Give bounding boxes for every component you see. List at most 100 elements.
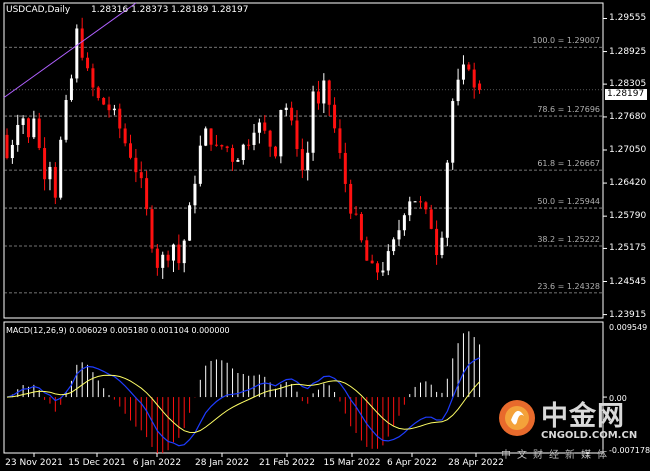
candle-body <box>268 130 272 147</box>
watermark-url: CNGOLD.COM.CN <box>541 430 638 441</box>
price-tick-label: 1.26420 <box>609 178 647 189</box>
macd-tick-max: 0.009549 <box>609 323 648 332</box>
candle-body <box>402 215 406 231</box>
price-tick-label: 1.27680 <box>609 111 647 122</box>
candle-body <box>123 128 127 144</box>
candle-body <box>343 152 347 184</box>
price-tick-label: 1.23915 <box>609 309 647 320</box>
candle-body <box>171 244 175 261</box>
candle-body <box>150 209 154 249</box>
cngold-watermark: 中金网 CNGOLD.COM.CN 中文财经新媒体 <box>497 392 647 462</box>
candle-body <box>80 28 84 58</box>
candle-body <box>397 230 401 240</box>
candle-body <box>247 144 251 146</box>
candle-body <box>75 28 79 79</box>
candle-body <box>461 64 465 80</box>
candle-body <box>10 144 14 159</box>
cngold-logo-icon <box>499 400 535 436</box>
time-tick-label: 6 Apr 2022 <box>387 458 437 468</box>
candle-body <box>43 148 47 180</box>
candle-body <box>182 240 186 264</box>
candle-body <box>26 118 30 138</box>
candle-body <box>295 120 299 150</box>
candle-body <box>263 122 267 131</box>
price-tick-label: 1.29555 <box>609 13 647 24</box>
time-tick-label: 15 Dec 2021 <box>68 458 126 468</box>
candle-body <box>145 178 149 210</box>
candle-body <box>69 78 73 100</box>
candle-body <box>188 205 192 241</box>
candle-body <box>96 87 100 98</box>
candle-body <box>440 237 444 256</box>
candle-body <box>214 144 218 146</box>
candle-body <box>220 145 224 147</box>
candle-body <box>451 101 455 163</box>
candle-body <box>107 104 111 111</box>
candle-body <box>21 118 25 125</box>
symbol-timeframe-label: USDCAD,Daily <box>6 5 71 15</box>
candle-body <box>279 109 283 157</box>
fib-level-label: 50.0 = 1.25944 <box>537 197 600 207</box>
fib-level-label: 78.6 = 1.27696 <box>537 105 600 115</box>
candle-body <box>376 263 380 273</box>
macd-label: MACD(12,26,9) 0.006029 0.005180 0.001104… <box>6 326 230 335</box>
time-tick-label: 28 Apr 2022 <box>448 458 504 468</box>
candle-body <box>311 91 315 153</box>
candle-body <box>300 149 304 171</box>
candle-body <box>349 183 353 214</box>
ohlc-readout: 1.28316 1.28373 1.28189 1.28197 <box>91 5 249 15</box>
candle-body <box>413 201 417 203</box>
price-tick-label: 1.28925 <box>609 46 647 57</box>
candle-body <box>86 57 90 69</box>
candle-body <box>231 148 235 162</box>
candle-body <box>59 139 63 198</box>
candle-body <box>193 183 197 206</box>
price-tick-label: 1.28305 <box>609 79 647 90</box>
time-tick-label: 15 Mar 2022 <box>323 458 381 468</box>
time-tick-label: 28 Jan 2022 <box>195 458 249 468</box>
candle-body <box>102 97 106 105</box>
candle-body <box>91 68 95 88</box>
fib-level-label: 23.6 = 1.24328 <box>537 281 600 291</box>
fib-level-label: 100.0 = 1.29007 <box>532 36 600 46</box>
time-tick-label: 21 Feb 2022 <box>258 458 316 468</box>
candle-body <box>274 146 277 157</box>
candle-body <box>370 260 374 264</box>
candle-body <box>161 254 165 268</box>
candle-body <box>241 144 245 161</box>
candle-body <box>429 209 433 229</box>
price-tick-label: 1.25790 <box>609 211 647 222</box>
candle-body <box>209 128 213 145</box>
candle-body <box>435 228 439 256</box>
candle-body <box>155 248 159 268</box>
candle-body <box>354 213 358 215</box>
candle-body <box>48 166 52 180</box>
candle-body <box>333 104 337 129</box>
candle-body <box>53 166 57 198</box>
candle-body <box>134 157 138 173</box>
price-tick-label: 1.25175 <box>609 243 647 254</box>
candle-body <box>424 202 428 210</box>
candle-body <box>290 107 294 121</box>
watermark-tagline: 中文财经新媒体 <box>501 450 613 461</box>
candle-body <box>118 108 122 129</box>
candle-body <box>177 244 181 264</box>
candle-body <box>472 69 476 88</box>
candle-body <box>112 108 116 111</box>
watermark-brand: 中金网 <box>541 401 625 432</box>
price-tick-label: 1.27050 <box>609 145 647 155</box>
candle-body <box>467 64 471 70</box>
candle-body <box>445 162 449 238</box>
candle-body <box>204 128 208 146</box>
candle-body <box>359 213 363 241</box>
candle-body <box>456 79 460 102</box>
candle-body <box>198 145 202 184</box>
candle-body <box>408 201 412 216</box>
current-price-tag: 1.28197 <box>605 89 647 100</box>
fib-level-label: 61.8 = 1.26667 <box>537 159 600 169</box>
candle-body <box>322 80 326 104</box>
candle-body <box>236 160 240 162</box>
fib-level-label: 38.2 = 1.25222 <box>537 234 600 244</box>
time-tick-label: 6 Jan 2022 <box>132 458 182 468</box>
candle-body <box>478 83 482 90</box>
